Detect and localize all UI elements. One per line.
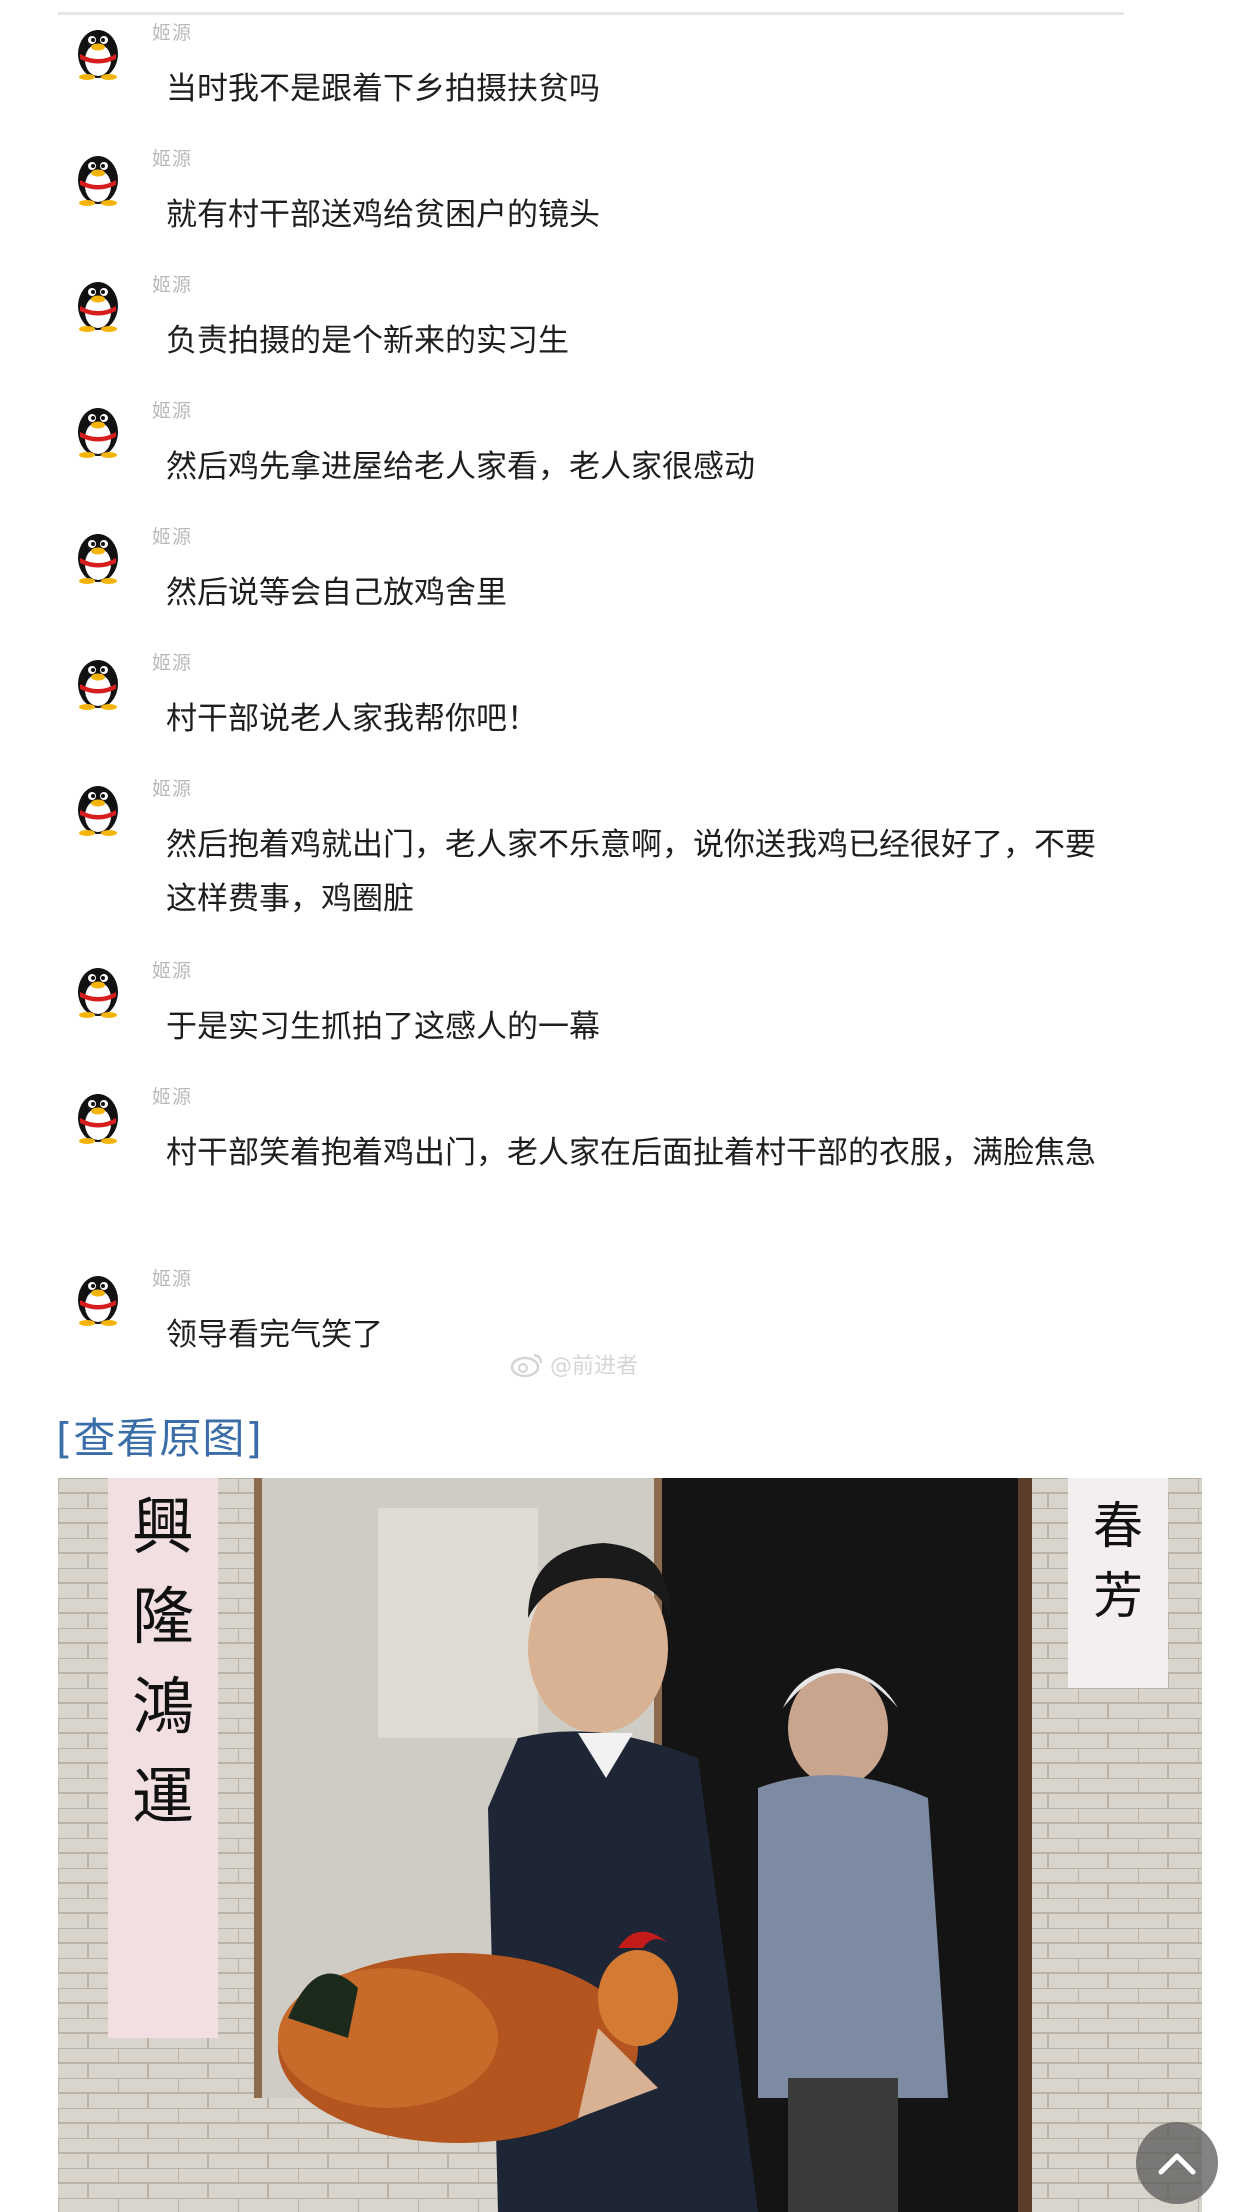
message-text: 村干部笑着抱着鸡出门，老人家在后面扯着村干部的衣服，满脸焦急 xyxy=(166,1135,1096,1171)
weibo-watermark: @前进者 xyxy=(510,1344,638,1384)
svg-text:隆: 隆 xyxy=(132,1580,194,1653)
message-text: 就有村干部送鸡给贫困户的镜头 xyxy=(166,197,600,233)
sender-name: 姬源 xyxy=(152,526,193,548)
sender-name: 姬源 xyxy=(152,22,193,44)
weibo-logo-icon xyxy=(510,1353,543,1378)
qq-penguin-icon[interactable] xyxy=(72,526,124,584)
message-text: 负责拍摄的是个新来的实习生 xyxy=(166,323,569,359)
news-photo[interactable]: 興 隆 鴻 運 春 芳 xyxy=(58,1478,1202,2212)
view-original-link[interactable]: [查看原图] xyxy=(56,1405,263,1466)
qq-penguin-icon[interactable] xyxy=(72,652,124,710)
sender-name: 姬源 xyxy=(152,960,193,982)
qq-penguin-icon[interactable] xyxy=(72,1268,124,1326)
qq-penguin-icon[interactable] xyxy=(72,778,124,836)
sender-name: 姬源 xyxy=(152,148,193,170)
divider xyxy=(58,12,1124,15)
sender-name: 姬源 xyxy=(152,778,193,800)
svg-text:芳: 芳 xyxy=(1093,1567,1143,1625)
message-text: 于是实习生抓拍了这感人的一幕 xyxy=(166,1009,600,1045)
qq-penguin-icon[interactable] xyxy=(72,148,124,206)
couplet-left-char: 興 xyxy=(132,1490,194,1563)
svg-text:鴻: 鴻 xyxy=(132,1670,194,1743)
sender-name: 姬源 xyxy=(152,274,193,296)
sender-name: 姬源 xyxy=(152,400,193,422)
svg-text:運: 運 xyxy=(132,1760,194,1833)
message-text: 然后鸡先拿进屋给老人家看，老人家很感动 xyxy=(166,449,755,485)
watermark-text: @前进者 xyxy=(550,1354,639,1379)
sender-name: 姬源 xyxy=(152,1086,193,1108)
svg-text:春: 春 xyxy=(1093,1497,1143,1555)
qq-penguin-icon[interactable] xyxy=(72,274,124,332)
message-text: 然后说等会自己放鸡舍里 xyxy=(166,575,507,611)
sender-name: 姬源 xyxy=(152,1268,193,1290)
scroll-to-top-button[interactable] xyxy=(1136,2122,1218,2204)
qq-penguin-icon[interactable] xyxy=(72,400,124,458)
sender-name: 姬源 xyxy=(152,652,193,674)
chevron-up-icon xyxy=(1158,2153,1196,2175)
qq-penguin-icon[interactable] xyxy=(72,22,124,80)
qq-penguin-icon[interactable] xyxy=(72,960,124,1018)
message-text: 村干部说老人家我帮你吧！ xyxy=(166,701,538,737)
message-text: 然后抱着鸡就出门，老人家不乐意啊，说你送我鸡已经很好了，不要这样费事，鸡圈脏 xyxy=(166,827,1096,917)
message-text: 当时我不是跟着下乡拍摄扶贫吗 xyxy=(166,71,600,107)
qq-penguin-icon[interactable] xyxy=(72,1086,124,1144)
